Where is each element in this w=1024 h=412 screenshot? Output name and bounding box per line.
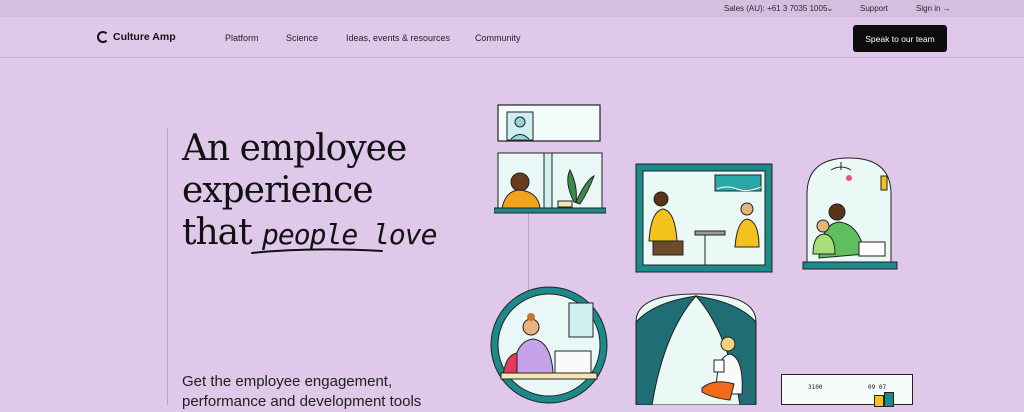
hero-line-3: that (182, 212, 253, 253)
panel-text: 09 07 (868, 384, 887, 391)
chevron-down-icon[interactable]: ⌄ (826, 3, 834, 14)
whiteboard-panel-illustration: 3100 09 07 (781, 374, 913, 407)
nav-platform[interactable]: Platform (225, 33, 259, 43)
hero-subtitle: Get the employee engagement, performance… (182, 373, 422, 410)
support-link[interactable]: Support (860, 4, 888, 13)
round-window-desk-illustration (490, 286, 608, 404)
main-nav: Culture Amp Platform Science Ideas, even… (0, 17, 1024, 58)
chart-bar (874, 395, 884, 407)
speak-to-our-team-button[interactable]: Speak to our team (853, 25, 947, 52)
hero-line-1: An employee (182, 128, 407, 169)
parent-baby-arch-illustration (802, 157, 898, 270)
nav-community[interactable]: Community (475, 33, 521, 43)
hero-heading: An employee experience that people love (182, 128, 437, 256)
window-person-plant-illustration (494, 152, 606, 214)
logo[interactable]: Culture Amp (97, 31, 176, 43)
portrait-frame-illustration (497, 104, 601, 142)
brand-name: Culture Amp (113, 31, 176, 43)
nav-ideas-events-resources[interactable]: Ideas, events & resources (346, 33, 450, 43)
curtain-window-reader-illustration (635, 293, 757, 405)
panel-text: 3100 (808, 384, 823, 391)
sales-phone-link[interactable]: Sales (AU): +61 3 7035 1005 (724, 4, 827, 13)
sales-phone-text: Sales (AU): +61 3 7035 1005 (724, 4, 828, 13)
high-five-window-illustration (635, 163, 773, 273)
hand-underline-icon (251, 248, 383, 254)
signin-link[interactable]: Sign in → (916, 4, 951, 13)
divider-line (167, 128, 168, 405)
culture-amp-logo-icon (97, 31, 109, 43)
hero-line-2: experience (182, 170, 374, 211)
utility-bar: Sales (AU): +61 3 7035 1005 ⌄ Support Si… (0, 0, 1024, 17)
nav-science[interactable]: Science (286, 33, 318, 43)
